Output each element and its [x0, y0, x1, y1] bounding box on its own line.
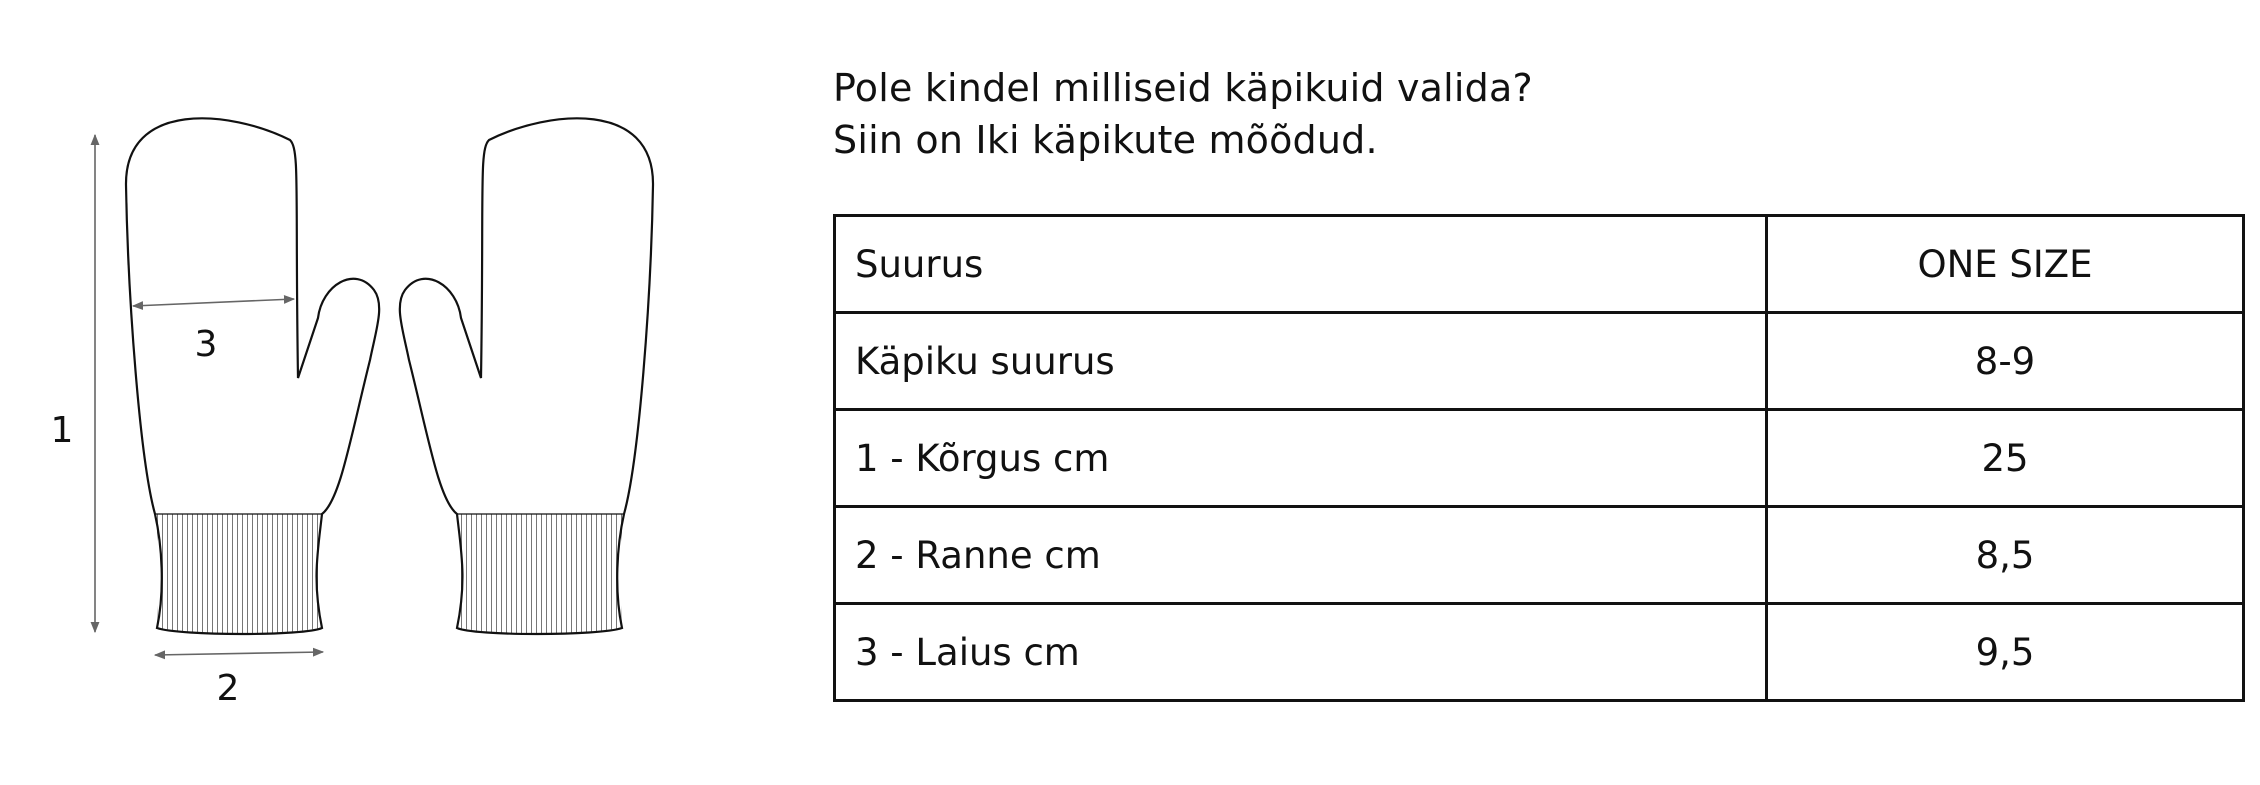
- size-table: Suurus ONE SIZE Käpiku suurus 8-9 1 - Kõ…: [833, 214, 2245, 702]
- table-row: 1 - Kõrgus cm 25: [833, 408, 2245, 508]
- row-label: 1 - Kõrgus cm: [833, 408, 1768, 508]
- row-label: 2 - Ranne cm: [833, 505, 1768, 605]
- table-row: Suurus ONE SIZE: [833, 214, 2245, 314]
- table-row: Käpiku suurus 8-9: [833, 311, 2245, 411]
- size-guide-heading: Pole kindel milliseid käpikuid valida? S…: [833, 62, 1533, 166]
- row-label: Käpiku suurus: [833, 311, 1768, 411]
- heading-line-1: Pole kindel milliseid käpikuid valida?: [833, 66, 1533, 110]
- mitten-diagram: 1 3 2: [0, 0, 800, 785]
- table-row: 2 - Ranne cm 8,5: [833, 505, 2245, 605]
- row-label: 3 - Laius cm: [833, 602, 1768, 702]
- heading-line-2: Siin on Iki käpikute mõõdud.: [833, 118, 1378, 162]
- left-mitten: [124, 117, 381, 636]
- row-value: 8-9: [1765, 311, 2245, 411]
- height-label: 1: [51, 410, 74, 451]
- width-dimension-arrow: [131, 294, 296, 311]
- wrist-label: 2: [217, 668, 240, 709]
- row-value: ONE SIZE: [1765, 214, 2245, 314]
- row-value: 9,5: [1765, 602, 2245, 702]
- right-mitten: [398, 117, 655, 636]
- row-label: Suurus: [833, 214, 1768, 314]
- row-value: 8,5: [1765, 505, 2245, 605]
- wrist-dimension-arrow: [153, 647, 325, 660]
- width-label: 3: [195, 324, 218, 365]
- table-row: 3 - Laius cm 9,5: [833, 602, 2245, 702]
- row-value: 25: [1765, 408, 2245, 508]
